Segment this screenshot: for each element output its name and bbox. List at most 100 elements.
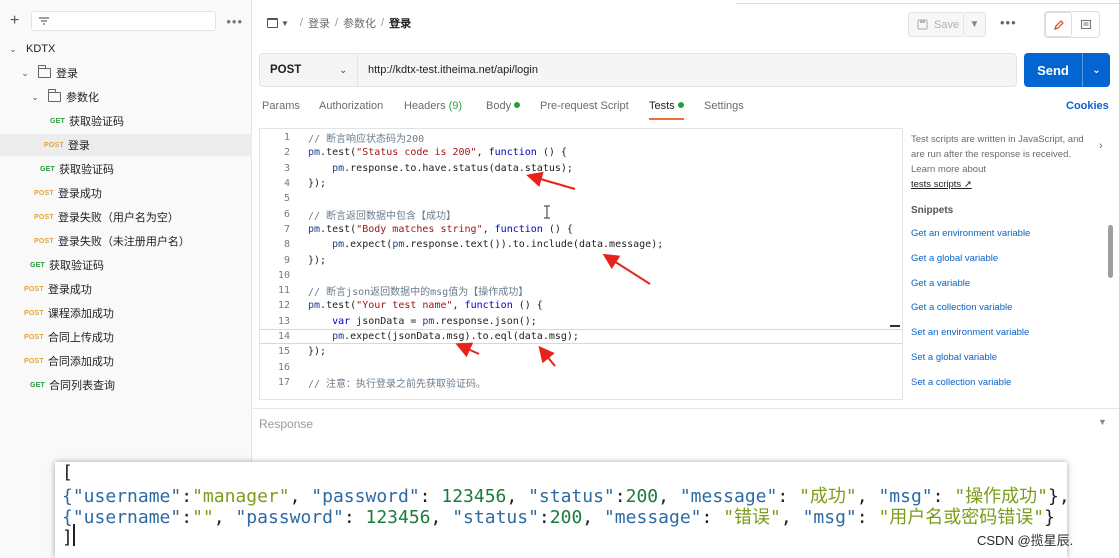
code-line[interactable]: 10 [260,268,902,283]
snippet-link[interactable]: Get a variable [911,278,970,289]
tab-params[interactable]: Params [262,100,300,112]
request-item[interactable]: POST 课程添加成功 [0,302,252,324]
line-number: 9 [283,254,290,266]
code-line[interactable]: 11 // 断言json返回数据中的msg值为【操作成功】 [260,283,902,298]
method-badge: GET [40,165,55,173]
snippet-link[interactable]: Get a collection variable [911,302,1012,313]
chevron-down-icon[interactable]: ⌄ [8,44,18,55]
folder-item[interactable]: ⌄ 参数化 [0,86,252,108]
snippet-link[interactable]: Set a collection variable [911,377,1011,388]
code-line[interactable]: 12 pm.test("Your test name", function () … [260,298,902,313]
code-line[interactable]: 2 pm.test("Status code is 200", function … [260,145,902,160]
tab-settings[interactable]: Settings [704,100,744,112]
more-actions-icon[interactable]: ••• [1000,15,1017,30]
filter-input[interactable] [31,11,217,31]
code-line[interactable]: 5 [260,191,902,206]
request-item[interactable]: POST 登录成功 [0,278,252,300]
tests-scripts-link[interactable]: tests scripts ↗ [911,179,972,190]
snippet-link[interactable]: Set a global variable [911,352,997,363]
tab-tests[interactable]: Tests [649,100,684,112]
line-number: 12 [277,300,290,312]
line-number: 15 [277,346,290,358]
collapse-panel-chevron-icon[interactable]: › [1099,140,1103,152]
response-expand-chevron-icon[interactable]: ▼ [1098,417,1107,427]
response-pane-header[interactable]: Response ▼ [253,408,1119,438]
tab-authorization[interactable]: Authorization [319,100,383,112]
code-line[interactable]: 7 pm.test("Body matches string", function… [260,222,902,237]
code-line[interactable]: 13 var jsonData = pm.response.json(); [260,314,902,329]
code-line[interactable]: 6 // 断言返回数据中包含【成功】 [260,207,902,222]
snippet-link[interactable]: Get an environment variable [911,228,1030,239]
request-item[interactable]: GET 获取验证码 [0,110,252,132]
request-icon [267,18,278,28]
code-text: pm.expect(jsonData.msg).to.eql(data.msg)… [332,331,579,343]
method-badge: POST [34,189,54,197]
method-badge: POST [24,333,44,341]
cookies-link[interactable]: Cookies [1066,100,1109,112]
sidebar-more-icon[interactable]: ••• [226,14,243,29]
line-number: 8 [283,239,290,251]
tests-script-editor[interactable]: 1 // 断言响应状态码为200 2 pm.test("Status code is … [259,128,903,400]
request-item[interactable]: POST 登录失败（用户名为空） [0,206,252,228]
scrollbar-thumb[interactable] [1108,225,1113,278]
tree-item-label: 合同列表查询 [49,380,115,392]
tree-item-label: 获取验证码 [69,116,124,128]
headers-count: (9) [448,100,463,112]
url-input[interactable]: http://kdtx-test.itheima.net/api/login [358,64,538,76]
code-line[interactable]: 17 // 注意：执行登录之前先获取验证码。 [260,375,902,390]
line-number: 7 [283,223,290,235]
send-button[interactable]: Send ⌄ [1024,53,1110,87]
send-dropdown-chevron-icon[interactable]: ⌄ [1083,65,1110,76]
request-item[interactable]: GET 合同列表查询 [0,374,252,396]
code-line[interactable]: 15}); [260,344,902,359]
tab-body[interactable]: Body [486,100,521,112]
line-number: 6 [283,208,290,220]
send-label: Send [1037,62,1069,78]
new-icon[interactable]: + [8,12,21,30]
method-select[interactable]: POST ⌄ [260,54,358,86]
code-line[interactable]: 3 pm.response.to.have.status(data.status… [260,161,902,176]
code-line[interactable]: 4}); [260,176,902,191]
collection-item[interactable]: ⌄ KDTX [0,38,252,60]
documentation-icon[interactable] [1072,12,1099,37]
request-item[interactable]: POST 合同添加成功 [0,350,252,372]
request-icon-chevron[interactable]: ▼ [281,19,289,28]
breadcrumb-separator: / [299,17,303,29]
tab-pre-request-script[interactable]: Pre-request Script [540,100,629,112]
request-item[interactable]: GET 获取验证码 [0,254,252,276]
folder-item[interactable]: ⌄ 登录 [0,62,252,84]
code-line[interactable]: 1 // 断言响应状态码为200 [260,130,902,145]
request-item[interactable]: GET 获取验证码 [0,158,252,180]
snippet-link[interactable]: Set an environment variable [911,327,1029,338]
chevron-down-icon[interactable]: ⌄ [20,68,30,79]
breadcrumb-item[interactable]: 登录 [308,15,330,31]
line-number: 11 [277,285,290,297]
breadcrumb-item[interactable]: 参数化 [343,15,376,31]
active-tab-underline [649,118,684,120]
request-item[interactable]: POST 登录失败（未注册用户名） [0,230,252,252]
edit-mode-pencil-icon[interactable] [1045,12,1073,37]
body-indicator-dot [514,102,521,108]
code-text: }); [308,254,327,266]
chevron-down-icon[interactable]: ⌄ [30,92,40,103]
line-number: 2 [283,147,290,159]
tree-item-label: 参数化 [66,92,99,104]
save-dropdown-chevron-icon[interactable]: ▼ [964,12,986,37]
tree-item-label: 合同添加成功 [47,356,114,368]
code-line[interactable]: 8 pm.expect(pm.response.text()).to.inclu… [260,237,902,252]
tab-headers[interactable]: Headers (9) [404,100,462,112]
request-item[interactable]: POST 合同上传成功 [0,326,252,348]
request-item[interactable]: POST 登录成功 [0,182,252,204]
snippet-link[interactable]: Get a global variable [911,253,998,264]
request-item[interactable]: POST 登录 [0,134,252,156]
line-number: 16 [277,361,290,373]
code-text: // 断言json返回数据中的msg值为【操作成功】 [308,287,529,299]
request-title[interactable]: 登录 [389,15,411,31]
code-line[interactable]: 16 [260,360,902,375]
tree-item-label: 获取验证码 [59,164,114,176]
tree-item-label: 获取验证码 [49,260,104,272]
save-button[interactable]: Save [908,12,964,37]
code-line[interactable]: 9}); [260,252,902,267]
code-line[interactable]: 14 pm.expect(jsonData.msg).to.eql(data.m… [260,328,902,345]
watermark: CSDN @揽星辰. [977,533,1074,548]
